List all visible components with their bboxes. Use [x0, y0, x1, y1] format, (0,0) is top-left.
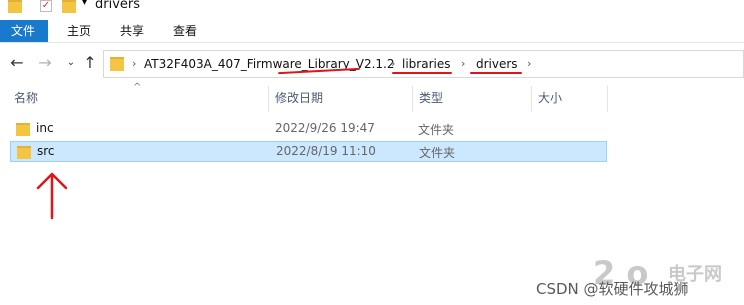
tab-view[interactable]: 查看 [161, 20, 209, 42]
tab-file[interactable]: 文件 [0, 20, 48, 42]
annotation-underline [392, 72, 452, 74]
chevron-right-icon[interactable]: › [132, 51, 136, 77]
watermark-text: CSDN @软硬件攻城狮 [536, 280, 689, 298]
column-divider[interactable] [268, 86, 269, 112]
new-folder-icon[interactable] [62, 0, 76, 13]
column-divider[interactable] [412, 86, 413, 112]
forward-button[interactable]: → [36, 53, 54, 73]
chevron-right-icon[interactable]: › [527, 51, 531, 77]
tab-share[interactable]: 共享 [108, 20, 156, 42]
column-divider[interactable] [531, 86, 532, 112]
column-size[interactable]: 大小 [534, 86, 608, 112]
folder-icon [16, 123, 30, 136]
quick-access-dropdown-icon[interactable]: ▾ [82, 0, 87, 8]
column-name[interactable]: 名称 [10, 86, 270, 112]
file-type: 文件夹 [418, 123, 455, 137]
title-bar: ✓ ▾ drivers [0, 0, 744, 16]
chevron-right-icon[interactable]: › [461, 51, 465, 77]
folder-icon [17, 146, 31, 159]
back-button[interactable]: ← [8, 53, 26, 73]
tab-home[interactable]: 主页 [55, 20, 103, 42]
list-item-src[interactable]: src 2022/8/19 11:10 文件夹 [10, 141, 607, 162]
watermark: 2 o 电子网 CSDN @软硬件攻城狮 [530, 254, 744, 305]
file-type: 文件夹 [419, 146, 456, 160]
annotation-underline [470, 72, 522, 74]
recent-locations-icon[interactable]: ⌄ [62, 53, 80, 73]
column-modified[interactable]: 修改日期 [271, 86, 413, 112]
column-header: ^ 名称 修改日期 类型 大小 [0, 82, 744, 112]
annotation-arrow [36, 172, 68, 220]
file-name: src [37, 144, 55, 158]
column-type[interactable]: 类型 [415, 86, 533, 112]
folder-icon [110, 57, 124, 71]
file-modified: 2022/9/26 19:47 [275, 121, 375, 135]
column-divider[interactable] [607, 86, 608, 112]
properties-icon[interactable]: ✓ [40, 0, 52, 12]
window-title: drivers [95, 0, 141, 12]
up-button[interactable]: ↑ [81, 53, 99, 73]
file-modified: 2022/8/19 11:10 [276, 144, 376, 158]
file-name: inc [36, 121, 54, 135]
list-item-inc[interactable]: inc 2022/9/26 19:47 文件夹 [10, 119, 607, 140]
ribbon: 文件 主页 共享 查看 [0, 20, 744, 43]
folder-icon [8, 0, 22, 13]
navigation-bar: ← → ⌄ ↑ › AT32F403A_407_Firmware_Library… [0, 47, 744, 81]
breadcrumb-firmware-library[interactable]: AT32F403A_407_Firmware_Library_V2.1.2 [144, 51, 395, 77]
